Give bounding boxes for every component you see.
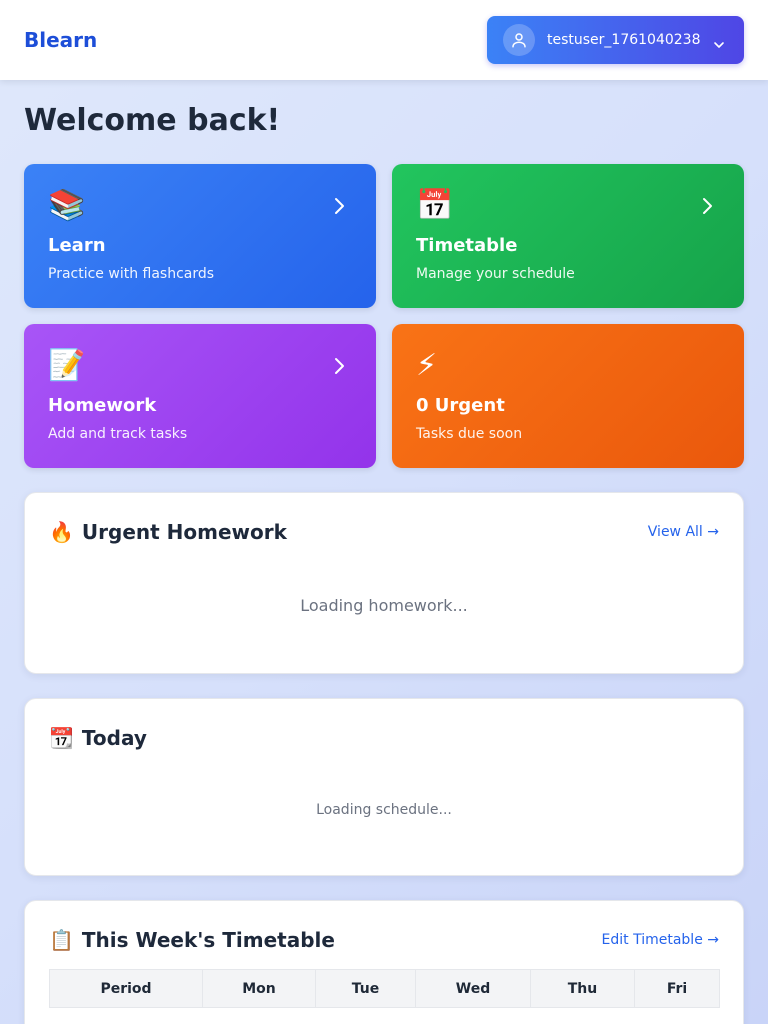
column-header: Fri	[634, 969, 720, 1008]
user-icon	[503, 24, 535, 56]
calendar-icon: 📆	[49, 726, 74, 750]
column-header: Tue	[315, 969, 416, 1008]
schedule-loading-text: Loading schedule...	[316, 802, 452, 818]
calendar-icon: 📅	[416, 188, 454, 223]
timetable-table: Period Mon Tue Wed Thu Fri	[49, 969, 720, 1008]
fire-icon: 🔥	[49, 520, 74, 544]
view-all-link[interactable]: View All →	[648, 523, 719, 541]
brand-logo[interactable]: Blearn	[24, 28, 97, 52]
timetable-header-row: Period Mon Tue Wed Thu Fri	[49, 969, 720, 1008]
homework-card-title: Homework	[48, 395, 157, 416]
week-timetable-panel: 📋 This Week's Timetable Edit Timetable → …	[24, 900, 744, 1024]
edit-timetable-link[interactable]: Edit Timetable →	[602, 931, 719, 949]
chevron-right-icon	[333, 197, 345, 219]
timetable-card[interactable]: 📅 Timetable Manage your schedule	[392, 164, 744, 308]
urgent-count-subtitle: Tasks due soon	[416, 426, 523, 442]
user-menu-button[interactable]: testuser_1761040238	[487, 16, 744, 64]
urgent-homework-heading: Urgent Homework	[81, 520, 287, 544]
column-header: Period	[49, 969, 203, 1008]
column-header: Wed	[415, 969, 531, 1008]
chevron-right-icon	[333, 357, 345, 379]
today-panel: 📆 Today Loading schedule...	[24, 698, 744, 876]
column-header: Thu	[530, 969, 635, 1008]
today-heading: Today	[81, 726, 147, 750]
week-timetable-title: 📋 This Week's Timetable	[49, 927, 335, 953]
clipboard-icon: 📋	[49, 928, 74, 952]
homework-card[interactable]: 📝 Homework Add and track tasks	[24, 324, 376, 468]
learn-card-subtitle: Practice with flashcards	[48, 266, 215, 282]
page-title: Welcome back!	[24, 103, 281, 138]
user-name: testuser_1761040238	[547, 32, 701, 48]
urgent-count-card: ⚡ 0 Urgent Tasks due soon	[392, 324, 744, 468]
books-icon: 📚	[48, 188, 86, 223]
urgent-homework-panel: 🔥 Urgent Homework View All → Loading home…	[24, 492, 744, 674]
learn-card[interactable]: 📚 Learn Practice with flashcards	[24, 164, 376, 308]
chevron-down-icon	[713, 35, 725, 54]
column-header: Mon	[202, 969, 316, 1008]
memo-icon: 📝	[48, 348, 86, 383]
timetable-card-subtitle: Manage your schedule	[416, 266, 575, 282]
learn-card-title: Learn	[48, 235, 106, 256]
today-title: 📆 Today	[49, 725, 147, 751]
urgent-homework-title: 🔥 Urgent Homework	[49, 519, 287, 545]
chevron-right-icon	[701, 197, 713, 219]
top-bar: Blearn testuser_1761040238	[0, 0, 768, 80]
urgent-count-title: 0 Urgent	[416, 395, 505, 416]
week-timetable-heading: This Week's Timetable	[81, 928, 335, 952]
lightning-icon: ⚡	[416, 348, 438, 383]
timetable-card-title: Timetable	[416, 235, 518, 256]
homework-loading-text: Loading homework...	[300, 596, 468, 615]
homework-card-subtitle: Add and track tasks	[48, 426, 188, 442]
